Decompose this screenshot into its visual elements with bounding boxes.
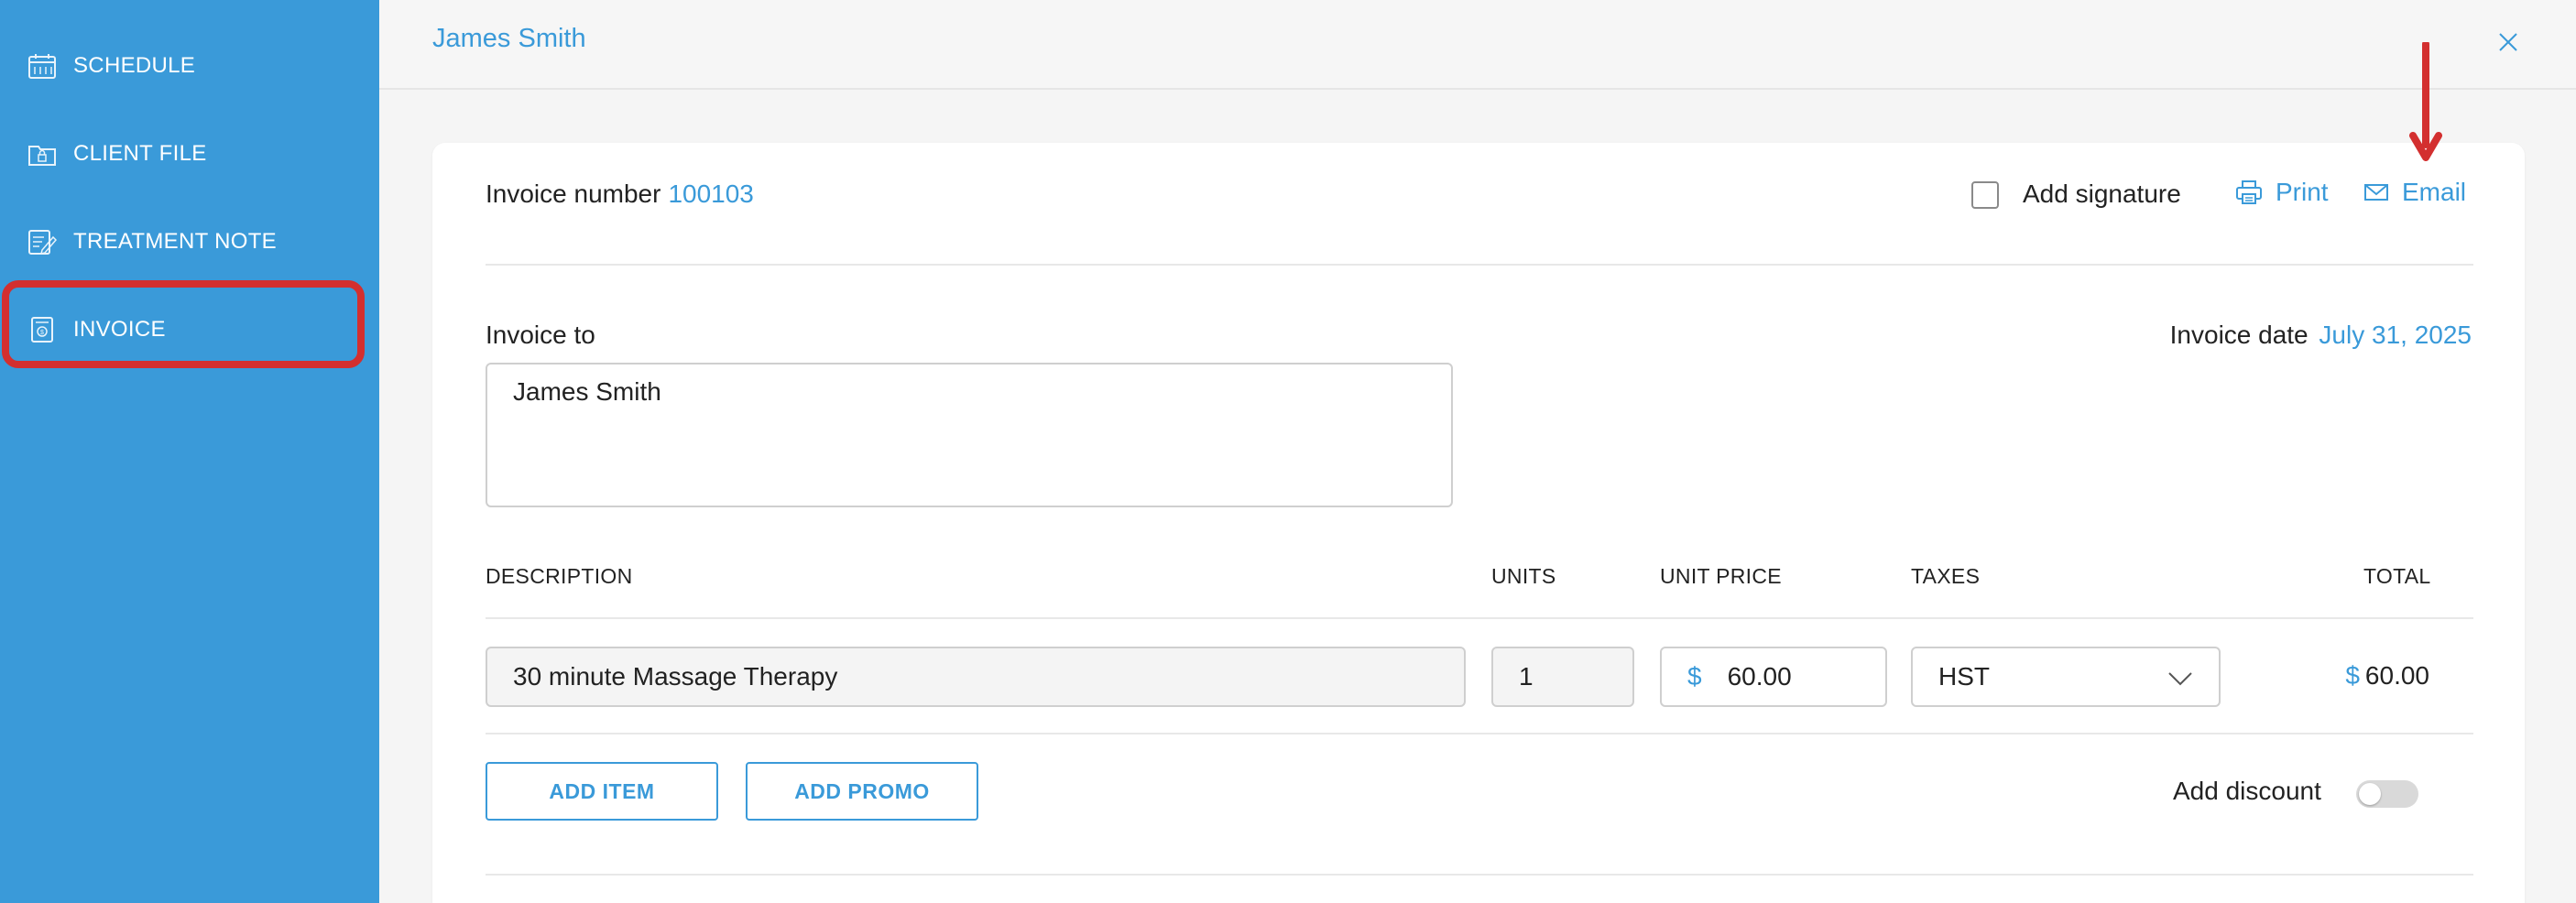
column-header-units: UNITS bbox=[1491, 564, 1556, 588]
invoice-number: Invoice number 100103 bbox=[486, 180, 754, 209]
printer-icon bbox=[2236, 180, 2262, 204]
sidebar: SCHEDULE CLIENT FILE TREATMENT NOTE $ IN… bbox=[0, 0, 379, 903]
add-discount-label: Add discount bbox=[2173, 777, 2321, 805]
toggle-knob bbox=[2359, 783, 2381, 805]
sidebar-item-client-file[interactable]: CLIENT FILE bbox=[0, 110, 379, 198]
add-signature-label: Add signature bbox=[2023, 180, 2181, 208]
unit-price-field[interactable]: $ 60.00 bbox=[1660, 647, 1887, 707]
units-field[interactable]: 1 bbox=[1491, 647, 1634, 707]
line-total: $60.00 bbox=[2345, 661, 2429, 691]
divider bbox=[486, 617, 2473, 619]
calendar-icon bbox=[27, 51, 57, 81]
column-header-total: TOTAL bbox=[2363, 564, 2431, 588]
column-header-taxes: TAXES bbox=[1911, 564, 1981, 588]
tax-select[interactable]: HST bbox=[1911, 647, 2221, 707]
add-discount-toggle[interactable] bbox=[2356, 780, 2418, 808]
line-total-value: 60.00 bbox=[2364, 661, 2429, 690]
unit-price-value: 60.00 bbox=[1727, 662, 1792, 691]
page-title: James Smith bbox=[432, 24, 586, 53]
invoice-card: Invoice number 100103 Add signature Print… bbox=[432, 42, 2525, 903]
invoice-date-value[interactable]: July 31, 2025 bbox=[2319, 321, 2472, 349]
column-header-description: DESCRIPTION bbox=[486, 564, 633, 588]
annotation-arrow-icon bbox=[2409, 42, 2442, 161]
invoice-date[interactable]: Invoice date July 31, 2025 bbox=[2170, 321, 2472, 350]
invoice-number-value: 100103 bbox=[668, 180, 754, 208]
divider bbox=[486, 264, 2473, 266]
add-promo-button[interactable]: ADD PROMO bbox=[746, 762, 978, 821]
sidebar-item-treatment-note[interactable]: TREATMENT NOTE bbox=[0, 198, 379, 286]
sidebar-item-schedule[interactable]: SCHEDULE bbox=[0, 22, 379, 110]
invoice-date-label: Invoice date bbox=[2169, 321, 2309, 349]
print-button[interactable]: Print bbox=[2235, 178, 2329, 207]
sidebar-item-label: CLIENT FILE bbox=[73, 141, 207, 166]
print-label: Print bbox=[2276, 178, 2329, 206]
folder-lock-icon bbox=[27, 139, 57, 169]
divider bbox=[486, 874, 2473, 876]
close-button[interactable] bbox=[2492, 26, 2525, 59]
mail-icon bbox=[2364, 184, 2388, 201]
close-icon bbox=[2499, 33, 2517, 51]
active-item-highlight bbox=[2, 280, 365, 368]
sidebar-item-label: TREATMENT NOTE bbox=[73, 229, 277, 254]
add-signature-checkbox[interactable] bbox=[1971, 181, 1999, 209]
edit-note-icon bbox=[27, 227, 57, 256]
add-item-button[interactable]: ADD ITEM bbox=[486, 762, 718, 821]
tax-value: HST bbox=[1938, 662, 1990, 691]
invoice-number-label: Invoice number bbox=[486, 180, 661, 208]
divider bbox=[486, 733, 2473, 734]
column-header-unit-price: UNIT PRICE bbox=[1660, 564, 1782, 588]
chevron-down-icon bbox=[2168, 672, 2192, 686]
header: James Smith bbox=[379, 0, 2576, 90]
description-field[interactable]: 30 minute Massage Therapy bbox=[486, 647, 1466, 707]
invoice-to-label: Invoice to bbox=[486, 321, 595, 349]
invoice-to-field[interactable]: James Smith bbox=[486, 363, 1453, 507]
sidebar-item-label: SCHEDULE bbox=[73, 53, 196, 78]
total-currency-symbol: $ bbox=[2345, 661, 2360, 690]
email-button[interactable]: Email bbox=[2363, 178, 2466, 207]
email-label: Email bbox=[2402, 178, 2467, 206]
currency-symbol: $ bbox=[1687, 662, 1702, 691]
